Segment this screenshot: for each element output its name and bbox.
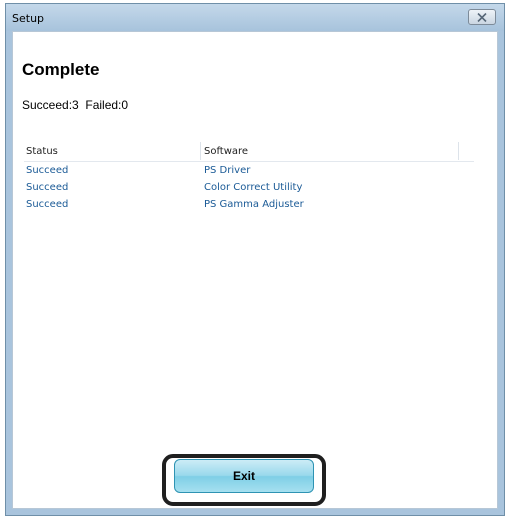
table-header: Status Software (24, 142, 474, 162)
dialog-content: Complete Succeed:3 Failed:0 Status Softw… (12, 31, 498, 509)
title-bar[interactable]: Setup (6, 4, 504, 31)
column-header-status[interactable]: Status (26, 146, 58, 157)
page-title: Complete (22, 60, 100, 79)
column-header-software[interactable]: Software (204, 146, 248, 157)
status-cell: Succeed (26, 182, 69, 193)
column-separator[interactable] (458, 142, 459, 160)
close-button[interactable] (468, 9, 496, 25)
window-title: Setup (12, 12, 45, 25)
status-cell: Succeed (26, 199, 69, 210)
table-row[interactable]: Succeed PS Driver (24, 162, 474, 179)
close-icon (477, 12, 487, 22)
software-cell: PS Driver (204, 165, 251, 176)
table-row[interactable]: Succeed PS Gamma Adjuster (24, 196, 474, 213)
install-summary: Succeed:3 Failed:0 (22, 98, 129, 112)
software-cell: Color Correct Utility (204, 182, 303, 193)
status-cell: Succeed (26, 165, 69, 176)
setup-window: Setup Complete Succeed:3 Failed:0 Status… (5, 3, 505, 516)
exit-button[interactable]: Exit (174, 459, 314, 493)
table-row[interactable]: Succeed Color Correct Utility (24, 179, 474, 196)
column-separator[interactable] (200, 142, 201, 160)
software-cell: PS Gamma Adjuster (204, 199, 304, 210)
results-table: Status Software Succeed PS Driver Succee… (24, 142, 474, 213)
